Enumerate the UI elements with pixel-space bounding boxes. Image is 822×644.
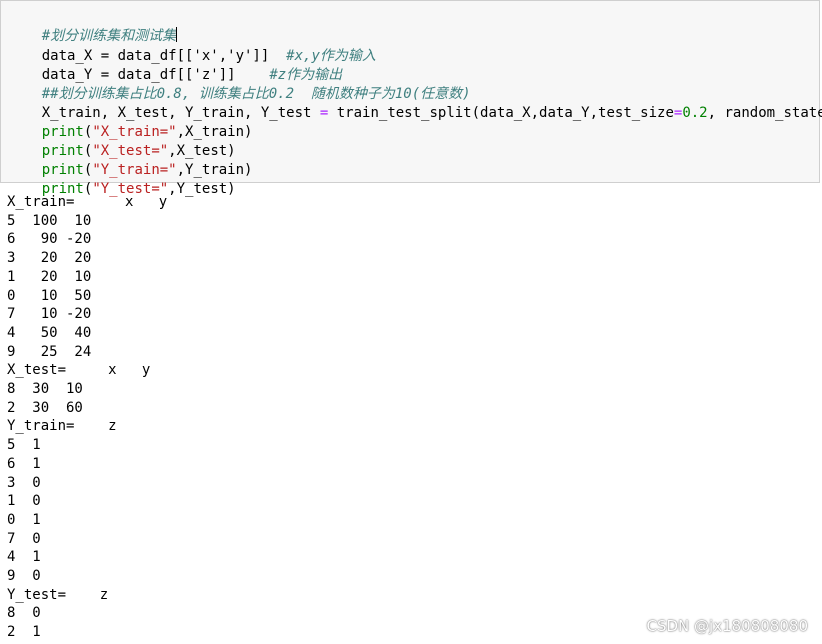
code-line-8: print("Y_train=",Y_train) [41,162,253,178]
watermark: CSDN @jx180808080 [646,617,808,635]
output-line: Y_train= z [7,418,117,435]
output-line: 6 90 -20 [7,231,92,248]
output-line: 9 0 [7,568,41,584]
output-line: 4 1 [7,549,41,566]
output-line: 7 10 -20 [7,306,92,323]
output-line: 1 0 [7,493,41,510]
code-line-1: #划分训练集和测试集 [8,8,178,44]
output-line: Y_test= z [7,586,109,603]
output-line: 5 1 [7,437,41,454]
code-text: train_test_split(data_X,data_Y,test_size [328,105,674,121]
output-line: 8 0 [7,605,41,622]
code-line-3: data_Y = data_df[['z']] #z作为输出 [8,47,342,83]
output-line: X_test= x y [7,362,151,379]
code-input-cell[interactable]: #划分训练集和测试集 data_X = data_df[['x','y']] #… [0,0,822,197]
code-line-9: print("Y_test=",Y_test) [41,181,236,197]
output-line: 2 30 60 [7,399,83,416]
code-line-4: ##划分训练集占比0.8, 训练集占比0.2 随机数种子为10(任意数) [8,66,471,102]
output-line: 3 0 [7,474,41,491]
output-line: 6 1 [7,455,41,472]
code-line-2: data_X = data_df[['x','y']] #x,y作为输入 [8,28,376,64]
output-line: 9 25 24 [7,343,92,360]
code-number: 0.2 [682,105,708,121]
output-line: 0 1 [7,511,41,528]
output-line: 4 50 40 [7,324,92,341]
output-line: 1 20 10 [7,268,92,285]
code-text: , random_state [707,105,822,121]
output-line: 2 1 [7,624,41,641]
output-line: 0 10 50 [7,287,92,304]
output-line: X_train= x y [7,194,168,210]
output-line: 3 20 20 [7,250,92,267]
output-line: 8 30 10 [7,381,83,397]
code-line-5: X_train, X_test, Y_train, Y_test = train… [8,85,822,121]
output-line: 7 0 [7,530,41,547]
code-text: ,Y_test) [168,181,236,197]
code-line-6: print("X_train=",X_train) [41,124,253,140]
code-line-7: print("X_test=",X_test) [41,143,236,159]
output-line: 5 100 10 [7,212,92,229]
